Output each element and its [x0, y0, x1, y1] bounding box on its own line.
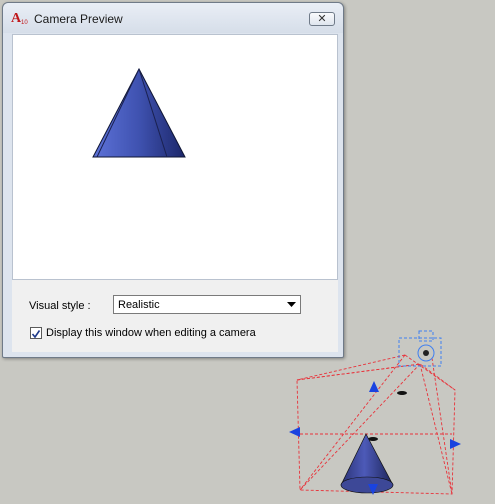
grip-left-icon	[289, 427, 300, 437]
camera-glyph-icon[interactable]	[398, 330, 442, 367]
grip-right-icon	[450, 439, 461, 449]
scene-cone[interactable]	[340, 433, 394, 494]
drawing-area[interactable]	[0, 0, 495, 504]
grip-up-icon	[369, 381, 379, 392]
